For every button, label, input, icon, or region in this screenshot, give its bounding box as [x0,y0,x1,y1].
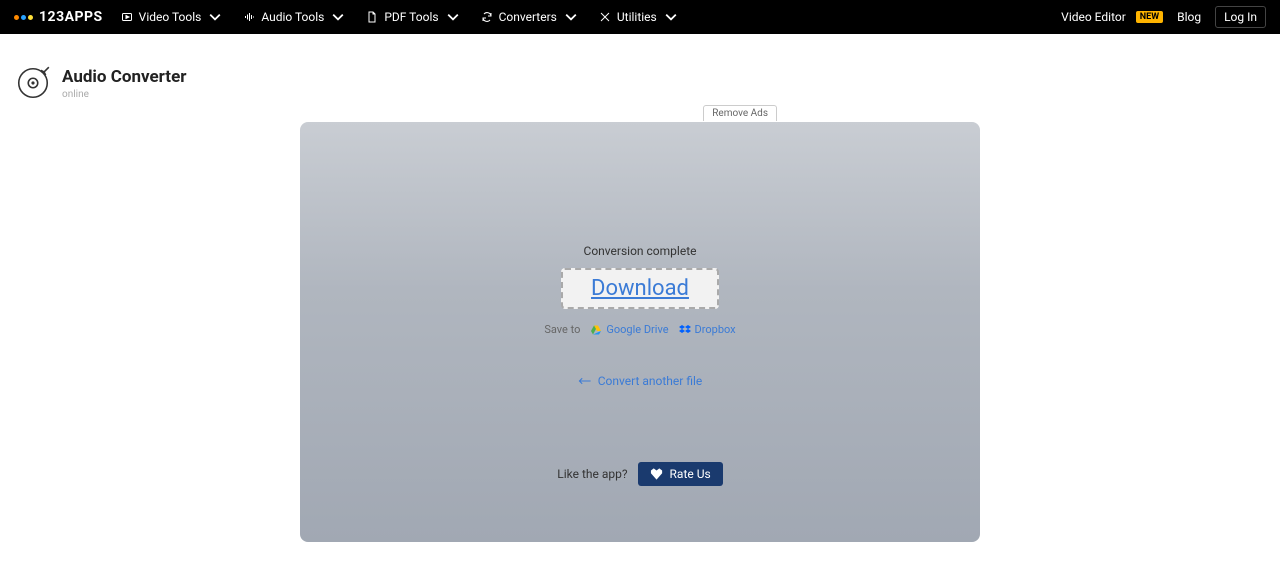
nav-video-tools[interactable]: Video Tools [121,10,222,24]
nav-label: Converters [499,10,557,24]
video-icon [121,11,133,23]
nav-label: Audio Tools [261,10,324,24]
nav-blog[interactable]: Blog [1177,10,1201,24]
brand-logo[interactable]: 123APPS [14,9,103,25]
like-app-label: Like the app? [557,467,627,481]
google-drive-label: Google Drive [606,323,668,336]
logo-dots-icon [14,15,33,20]
conversion-card: Conversion complete Download Save to Goo… [300,122,980,542]
nav-label: Video Editor [1061,10,1126,24]
rate-us-button[interactable]: Rate Us [638,462,723,486]
status-text: Conversion complete [584,244,697,258]
chevron-down-icon [332,11,344,23]
remove-ads-label: Remove Ads [712,108,768,119]
save-to-label: Save to [544,323,580,336]
download-button[interactable]: Download [561,268,719,309]
dropbox-label: Dropbox [695,323,736,336]
login-button[interactable]: Log In [1215,6,1266,28]
convert-another-label: Convert another file [598,374,703,388]
card-container: Remove Ads Conversion complete Download … [300,122,980,542]
save-to-row: Save to Google Drive [544,323,735,336]
nav-video-editor[interactable]: Video Editor NEW [1061,10,1163,24]
audio-icon [243,11,255,23]
chevron-down-icon [209,11,221,23]
tools-icon [599,11,611,23]
chevron-down-icon [665,11,677,23]
nav-items: Video Tools Audio Tools PDF Tools Conver… [121,10,677,24]
chevron-down-icon [447,11,459,23]
document-icon [366,11,378,23]
chevron-down-icon [565,11,577,23]
nav-audio-tools[interactable]: Audio Tools [243,10,344,24]
rate-row: Like the app? Rate Us [300,462,980,486]
nav-label: PDF Tools [384,10,438,24]
nav-converters[interactable]: Converters [481,10,577,24]
main-area: Remove Ads Conversion complete Download … [0,122,1280,542]
heart-icon [650,467,664,481]
convert-another-link[interactable]: Convert another file [578,374,703,388]
top-nav: 123APPS Video Tools Audio Tools PDF Tool… [0,0,1280,34]
save-dropbox[interactable]: Dropbox [679,323,736,336]
save-google-drive[interactable]: Google Drive [590,323,668,336]
google-drive-icon [590,324,602,336]
download-label: Download [591,276,689,301]
dropbox-icon [679,324,691,336]
refresh-icon [481,11,493,23]
nav-right: Video Editor NEW Blog Log In [1061,6,1266,28]
nav-pdf-tools[interactable]: PDF Tools [366,10,458,24]
nav-label: Utilities [617,10,657,24]
audio-converter-icon [14,64,52,102]
remove-ads-button[interactable]: Remove Ads [703,105,777,121]
arrow-left-icon [578,376,592,386]
login-label: Log In [1224,10,1257,24]
nav-label: Video Tools [139,10,202,24]
app-subtitle: online [62,89,186,100]
new-badge: NEW [1136,11,1163,23]
app-title: Audio Converter [62,67,186,87]
nav-utilities[interactable]: Utilities [599,10,677,24]
brand-name: 123APPS [39,9,103,25]
page-header: Audio Converter online [0,34,1280,102]
rate-us-label: Rate Us [670,467,711,481]
nav-label: Blog [1177,10,1201,24]
